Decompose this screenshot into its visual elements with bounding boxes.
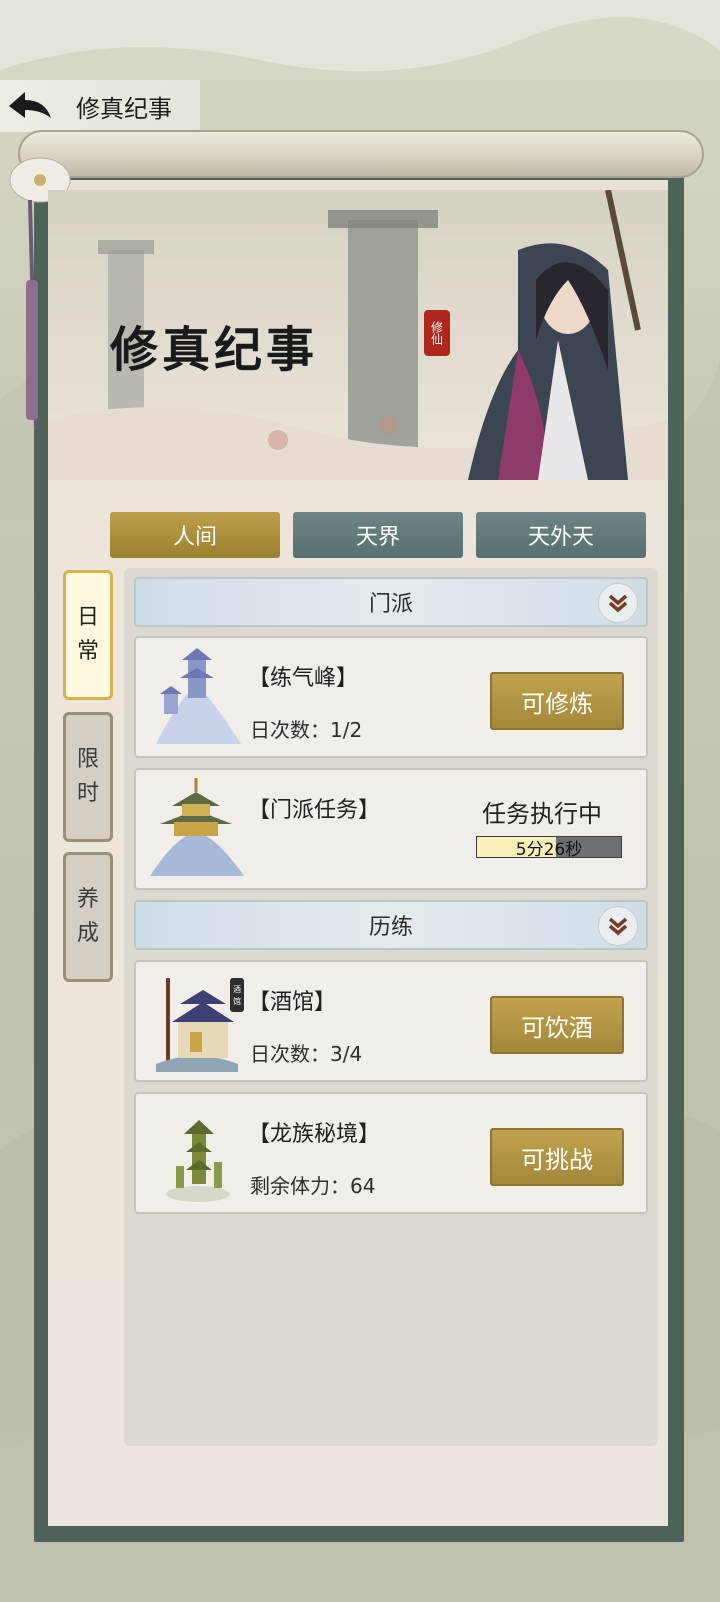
top-bar: 修真纪事 [0, 80, 200, 132]
card-lianqifeng: 【练气峰】 日次数：1/2 可修炼 [134, 636, 648, 758]
side-tab-char: 常 [76, 639, 99, 664]
card-sect-task: 【门派任务】 任务执行中 5分26秒 [134, 768, 648, 890]
card-dragon-realm: 【龙族秘境】 剩余体力：64 可挑战 [134, 1092, 648, 1214]
card-title: 【酒馆】 [248, 990, 337, 1015]
tab-tianjie[interactable]: 天界 [293, 512, 463, 558]
side-tab-char: 限 [76, 747, 99, 772]
mountain-temple-icon [156, 648, 241, 744]
card-title: 【练气峰】 [248, 666, 359, 691]
tab-renjian[interactable]: 人间 [110, 512, 280, 558]
tab-tianwaitian[interactable]: 天外天 [476, 512, 646, 558]
task-timer: 5分26秒 [515, 839, 583, 860]
side-tab-cultivate[interactable]: 养 成 [63, 852, 113, 982]
collapse-chevron-icon[interactable] [598, 906, 638, 946]
back-button[interactable] [0, 80, 60, 132]
side-tab-char: 时 [76, 781, 99, 806]
task-progress-bar: 5分26秒 [476, 836, 622, 860]
section-header-training[interactable]: 历练 [134, 900, 648, 950]
task-status: 任务执行中 [482, 800, 602, 828]
section-title: 门派 [368, 592, 413, 617]
drink-button[interactable]: 可饮酒 [490, 996, 624, 1054]
side-tab-limited[interactable]: 限 时 [63, 712, 113, 842]
card-title: 【龙族秘境】 [248, 1122, 381, 1147]
back-arrow-icon [9, 92, 51, 118]
tavern-sign: 酒 [233, 985, 241, 994]
cultivate-button[interactable]: 可修炼 [490, 672, 624, 730]
dragon-realm-icon [166, 1120, 230, 1202]
scroll-rod [18, 130, 704, 178]
tavern-icon: 酒 馆 [156, 978, 244, 1072]
card-count: 日次数：3/4 [250, 1042, 363, 1066]
banner-title: 修真纪事 [110, 322, 319, 378]
page-title: 修真纪事 [76, 94, 172, 123]
pagoda-icon [150, 778, 244, 876]
challenge-button[interactable]: 可挑战 [490, 1128, 624, 1186]
section-title: 历练 [368, 915, 413, 940]
collapse-chevron-icon[interactable] [598, 583, 638, 623]
card-tavern: 酒 馆 【酒馆】 日次数：3/4 可饮酒 [134, 960, 648, 1082]
seal-stamp: 修仙 [424, 310, 450, 356]
card-title: 【门派任务】 [248, 798, 381, 823]
side-tab-daily[interactable]: 日 常 [63, 570, 113, 700]
side-tab-char: 成 [76, 921, 99, 946]
card-stamina: 剩余体力：64 [250, 1174, 376, 1198]
side-tab-char: 养 [76, 887, 99, 912]
tavern-sign: 馆 [233, 996, 241, 1006]
side-tab-char: 日 [76, 605, 99, 630]
section-header-sect[interactable]: 门派 [134, 577, 648, 627]
card-count: 日次数：1/2 [250, 718, 363, 742]
